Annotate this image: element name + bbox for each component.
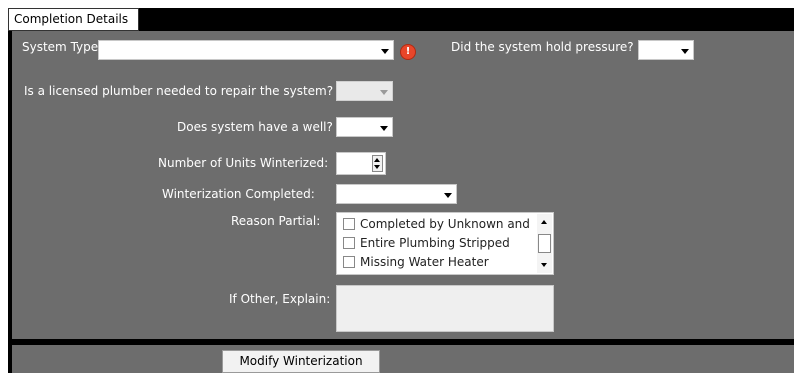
chevron-down-icon: [380, 126, 388, 131]
units-winterized-label: Number of Units Winterized:: [158, 156, 329, 170]
reason-partial-list[interactable]: Completed by Unknown and Entire Plumbing…: [336, 212, 554, 275]
chevron-down-icon[interactable]: [374, 165, 380, 169]
reason-partial-label: Reason Partial:: [231, 214, 321, 228]
action-strip: [12, 345, 794, 373]
chevron-down-icon: [381, 49, 389, 54]
chevron-down-icon: [681, 49, 689, 54]
winterization-completed-dropdown[interactable]: [336, 184, 457, 204]
licensed-plumber-dropdown[interactable]: [336, 81, 393, 101]
scroll-up-icon[interactable]: [541, 220, 547, 224]
list-item-label: Missing Water Heater: [360, 255, 489, 269]
other-explain-label: If Other, Explain:: [229, 292, 331, 306]
modify-winterization-button[interactable]: Modify Winterization: [222, 350, 380, 373]
list-item-label: Entire Plumbing Stripped: [360, 236, 510, 250]
hold-pressure-label: Did the system hold pressure?: [451, 40, 634, 54]
chevron-down-icon: [444, 193, 452, 198]
system-type-dropdown[interactable]: [98, 40, 394, 60]
chevron-down-icon: [380, 90, 388, 95]
checkbox[interactable]: [343, 256, 355, 268]
checkbox[interactable]: [343, 237, 355, 249]
has-well-dropdown[interactable]: [336, 117, 393, 137]
list-scrollbar[interactable]: [537, 214, 552, 273]
licensed-plumber-label: Is a licensed plumber needed to repair t…: [24, 84, 334, 98]
has-well-label: Does system have a well?: [177, 120, 333, 134]
chevron-up-icon[interactable]: [374, 158, 380, 162]
list-item-label: Completed by Unknown and: [360, 217, 530, 231]
alert-icon: !: [400, 44, 416, 60]
tab-completion-details[interactable]: Completion Details: [8, 8, 139, 31]
system-type-label: System Type:: [22, 40, 103, 54]
scroll-down-icon[interactable]: [541, 263, 547, 267]
scroll-thumb[interactable]: [538, 234, 551, 253]
stepper-buttons[interactable]: [372, 155, 383, 172]
units-winterized-stepper[interactable]: [336, 152, 386, 175]
other-explain-textarea[interactable]: [336, 285, 554, 332]
winterization-completed-label: Winterization Completed:: [162, 187, 315, 201]
hold-pressure-dropdown[interactable]: [638, 40, 694, 60]
checkbox[interactable]: [343, 218, 355, 230]
